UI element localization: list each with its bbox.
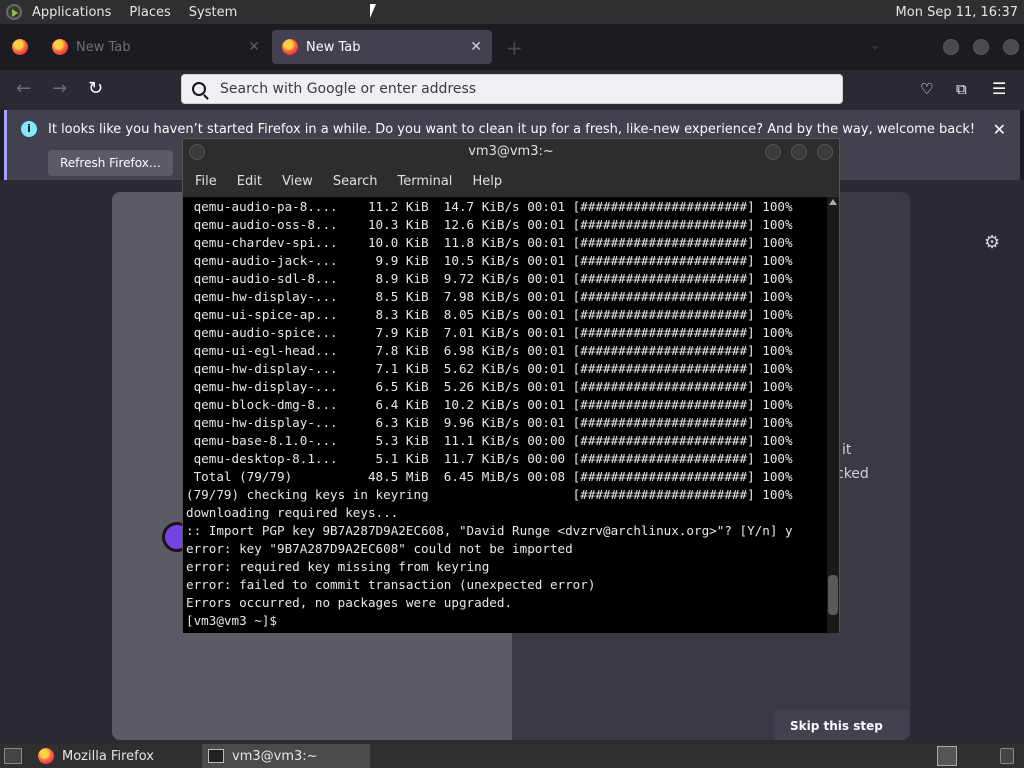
terminal-menu-circle-icon[interactable] [189, 144, 205, 160]
close-window-button[interactable] [1003, 39, 1019, 55]
new-tab-plus-icon[interactable]: + [506, 36, 523, 60]
taskbar-item-terminal[interactable]: vm3@vm3:~ [202, 744, 370, 768]
terminal-line: qemu-audio-spice... 7.9 KiB 7.01 KiB/s 0… [186, 325, 793, 340]
pocket-icon[interactable]: ♡ [920, 80, 933, 98]
terminal-close-button[interactable] [817, 144, 833, 160]
terminal-line: Errors occurred, no packages were upgrad… [186, 595, 513, 610]
terminal-line: error: failed to commit transaction (une… [186, 577, 596, 592]
url-bar[interactable] [181, 74, 843, 104]
gnome-logo-icon[interactable] [6, 4, 22, 20]
menu-applications[interactable]: Applications [32, 5, 111, 20]
tab-bar: New Tab ✕ New Tab ✕ + ⌄ [0, 24, 1024, 70]
tab-new-tab-active[interactable]: New Tab ✕ [272, 30, 492, 64]
onboarding-partial-text: it [842, 442, 852, 458]
clock[interactable]: Mon Sep 11, 16:37 [896, 5, 1018, 20]
terminal-line: qemu-audio-sdl-8... 8.9 KiB 9.72 KiB/s 0… [186, 271, 793, 286]
terminal-line: qemu-audio-pa-8.... 11.2 KiB 14.7 KiB/s … [186, 199, 793, 214]
reload-icon[interactable]: ↻ [88, 78, 103, 99]
info-icon: i [21, 121, 37, 137]
tab-list-chevron-icon[interactable]: ⌄ [870, 38, 880, 52]
onboarding-partial-text: cked [836, 466, 869, 482]
terminal-line: qemu-block-dmg-8... 6.4 KiB 10.2 KiB/s 0… [186, 397, 793, 412]
firefox-view-icon[interactable] [12, 39, 28, 55]
terminal-line: [vm3@vm3 ~]$ [186, 613, 285, 628]
menu-search[interactable]: Search [333, 174, 378, 189]
terminal-line: :: Import PGP key 9B7A287D9A2EC608, "Dav… [186, 523, 793, 538]
notification-message: It looks like you haven’t started Firefo… [48, 122, 976, 137]
menu-edit[interactable]: Edit [237, 174, 262, 189]
firefox-icon [282, 39, 298, 55]
top-panel: Applications Places System Mon Sep 11, 1… [0, 0, 1024, 24]
hamburger-menu-icon[interactable]: ☰ [992, 79, 1006, 98]
terminal-scrollbar[interactable] [827, 197, 839, 633]
terminal-line: qemu-hw-display-... 8.5 KiB 7.98 KiB/s 0… [186, 289, 793, 304]
maximize-window-button[interactable] [973, 39, 989, 55]
menu-terminal[interactable]: Terminal [397, 174, 452, 189]
firefox-icon [52, 39, 68, 55]
terminal-window: vm3@vm3:~ File Edit View Search Terminal… [182, 138, 840, 633]
terminal-line: qemu-base-8.1.0-... 5.3 KiB 11.1 KiB/s 0… [186, 433, 793, 448]
back-arrow-icon[interactable]: ← [16, 78, 31, 99]
nav-bar: ← → ↻ ♡ ⧉ ☰ [0, 70, 1024, 110]
terminal-line: Total (79/79) 48.5 MiB 6.45 MiB/s 00:08 … [186, 469, 793, 484]
terminal-minimize-button[interactable] [765, 144, 781, 160]
firefox-icon [38, 748, 54, 764]
terminal-icon [208, 749, 224, 763]
terminal-line: error: required key missing from keyring [186, 559, 490, 574]
terminal-line: qemu-hw-display-... 6.3 KiB 9.96 KiB/s 0… [186, 415, 793, 430]
terminal-line: qemu-desktop-8.1... 5.1 KiB 11.7 KiB/s 0… [186, 451, 793, 466]
minimize-window-button[interactable] [943, 39, 959, 55]
extensions-puzzle-icon[interactable]: ⧉ [956, 80, 967, 98]
terminal-line: downloading required keys... [186, 505, 399, 520]
tab-new-tab-inactive[interactable]: New Tab ✕ [42, 30, 270, 64]
workspace-switcher[interactable] [937, 746, 957, 766]
menu-view[interactable]: View [282, 174, 313, 189]
terminal-menu-bar: File Edit View Search Terminal Help [183, 165, 839, 197]
terminal-output[interactable]: qemu-audio-pa-8.... 11.2 KiB 14.7 KiB/s … [183, 197, 827, 633]
address-input[interactable] [220, 81, 800, 97]
menu-places[interactable]: Places [129, 5, 170, 20]
terminal-maximize-button[interactable] [791, 144, 807, 160]
show-desktop-icon[interactable] [4, 748, 22, 764]
terminal-title-bar[interactable]: vm3@vm3:~ [183, 139, 839, 165]
terminal-line: qemu-hw-display-... 7.1 KiB 5.62 KiB/s 0… [186, 361, 793, 376]
terminal-line: (79/79) checking keys in keyring [######… [186, 487, 793, 502]
scrollbar-thumb[interactable] [828, 575, 838, 615]
skip-step-button[interactable]: Skip this step → [774, 710, 910, 740]
terminal-line: qemu-chardev-spi... 10.0 KiB 11.8 KiB/s … [186, 235, 793, 250]
menu-system[interactable]: System [189, 5, 237, 20]
search-icon [192, 82, 206, 96]
gear-icon[interactable]: ⚙ [984, 232, 1000, 253]
terminal-line: qemu-audio-oss-8... 10.3 KiB 12.6 KiB/s … [186, 217, 793, 232]
close-tab-icon[interactable]: ✕ [248, 39, 260, 55]
bottom-taskbar: Mozilla Firefox vm3@vm3:~ [0, 744, 1024, 768]
terminal-line: qemu-audio-jack-... 9.9 KiB 10.5 KiB/s 0… [186, 253, 793, 268]
terminal-line: qemu-ui-spice-ap... 8.3 KiB 8.05 KiB/s 0… [186, 307, 793, 322]
terminal-title: vm3@vm3:~ [468, 144, 554, 159]
terminal-line: qemu-hw-display-... 6.5 KiB 5.26 KiB/s 0… [186, 379, 793, 394]
taskbar-item-label: vm3@vm3:~ [232, 748, 318, 764]
tab-label: New Tab [76, 39, 131, 55]
forward-arrow-icon[interactable]: → [52, 78, 67, 99]
taskbar-item-label: Mozilla Firefox [62, 748, 154, 764]
terminal-line: error: key "9B7A287D9A2EC608" could not … [186, 541, 573, 556]
menu-help[interactable]: Help [472, 174, 502, 189]
refresh-firefox-button[interactable]: Refresh Firefox… [48, 150, 173, 176]
trash-icon[interactable] [1000, 748, 1014, 764]
scroll-up-arrow-icon[interactable] [829, 199, 837, 205]
terminal-line: qemu-ui-egl-head... 7.8 KiB 6.98 KiB/s 0… [186, 343, 793, 358]
mouse-cursor-icon [370, 4, 376, 18]
close-tab-icon[interactable]: ✕ [470, 39, 482, 55]
menu-file[interactable]: File [195, 174, 217, 189]
close-notification-icon[interactable]: ✕ [993, 120, 1006, 139]
tab-label: New Tab [306, 39, 361, 55]
taskbar-item-firefox[interactable]: Mozilla Firefox [34, 744, 198, 768]
